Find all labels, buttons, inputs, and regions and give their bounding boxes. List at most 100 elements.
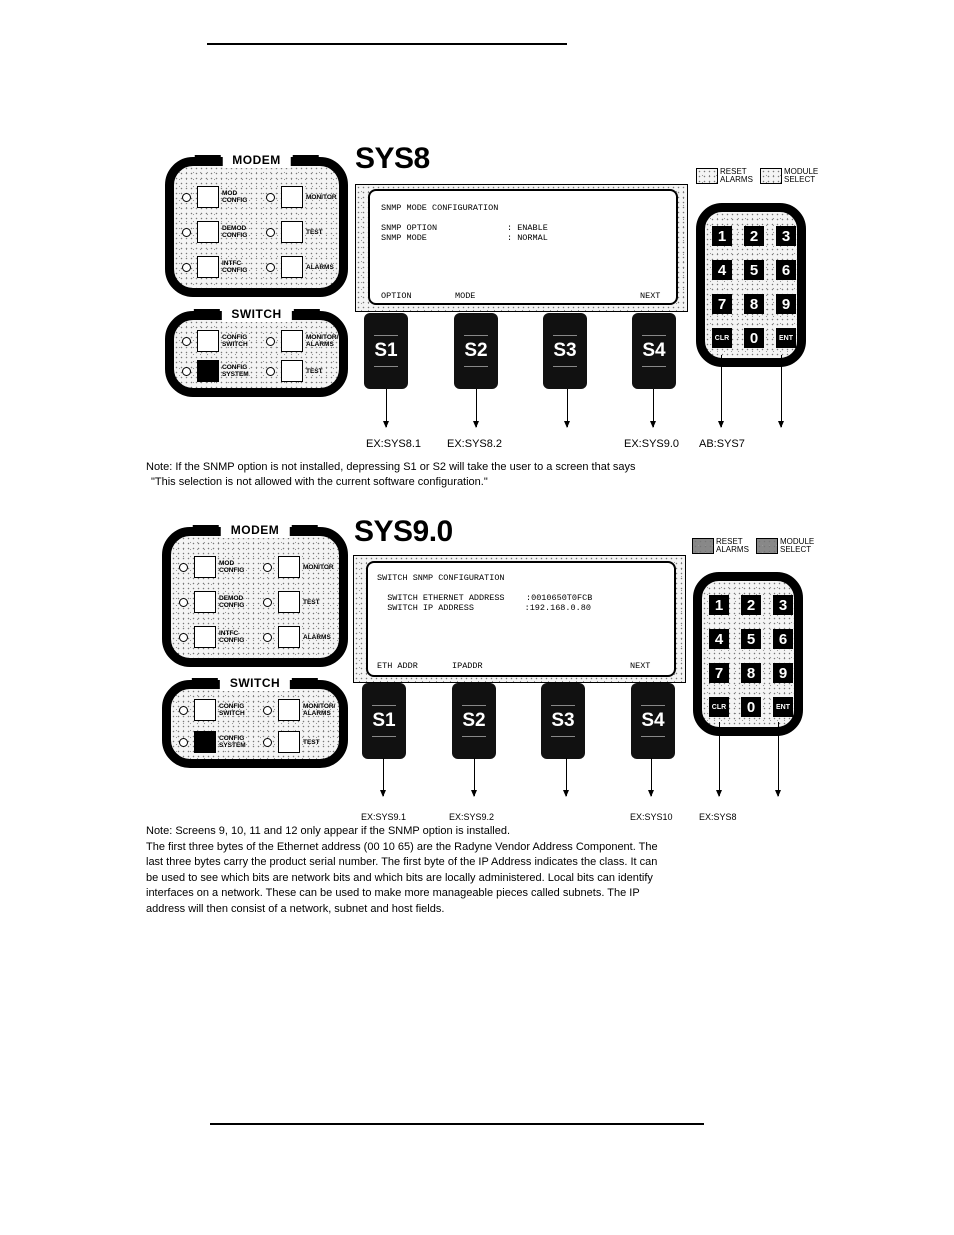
s3-button[interactable]: S3	[543, 313, 587, 389]
destination-label: EX:SYS9.2	[449, 812, 495, 822]
led-indicator	[179, 597, 188, 607]
key[interactable]	[278, 591, 300, 613]
reset-alarms-legend: RESET ALARMS	[696, 168, 756, 184]
alarms-button[interactable]: ALARMS	[266, 256, 340, 278]
key[interactable]	[194, 699, 216, 721]
alarms-button[interactable]: ALARMS	[263, 626, 337, 648]
key[interactable]	[281, 360, 303, 382]
destination-label: EX:SYS8.2	[447, 438, 503, 450]
key[interactable]	[194, 626, 216, 648]
key-2[interactable]: 2	[741, 595, 761, 615]
monitor-alarms-button[interactable]: MONITOR/ ALARMS	[266, 330, 340, 352]
arrow	[778, 355, 784, 428]
config-system-button[interactable]: CONFIG SYSTEM	[179, 731, 253, 753]
key[interactable]	[197, 186, 219, 208]
key[interactable]	[194, 591, 216, 613]
led-indicator	[179, 705, 188, 715]
key-9[interactable]: 9	[773, 663, 793, 683]
lcd-heading: SNMP MODE CONFIGURATION	[381, 203, 499, 213]
switch-test-button[interactable]: TEST	[266, 360, 340, 382]
config-switch-button[interactable]: CONFIG SWITCH	[179, 699, 253, 721]
key-4[interactable]: 4	[709, 629, 729, 649]
s2-button[interactable]: S2	[452, 683, 496, 759]
key-clr[interactable]: CLR	[712, 328, 732, 348]
led-indicator	[179, 632, 188, 642]
demod-config-button[interactable]: DEMOD CONFIG	[182, 221, 256, 243]
key-active[interactable]	[194, 731, 216, 753]
s1-button[interactable]: S1	[364, 313, 408, 389]
intfc-config-button[interactable]: INTFC CONFIG	[179, 626, 253, 648]
led-indicator	[263, 632, 272, 642]
key[interactable]	[278, 626, 300, 648]
key-2[interactable]: 2	[744, 226, 764, 246]
key-clr[interactable]: CLR	[709, 697, 729, 717]
key-0[interactable]: 0	[744, 328, 764, 348]
modem-panel: MODEM MOD CONFIG MONITOR DEMOD CONFIG TE…	[165, 152, 348, 297]
test-button[interactable]: TEST	[263, 591, 337, 613]
key-8[interactable]: 8	[741, 663, 761, 683]
key-3[interactable]: 3	[773, 595, 793, 615]
key[interactable]	[278, 731, 300, 753]
key[interactable]	[197, 221, 219, 243]
key-active[interactable]	[197, 360, 219, 382]
note-text: Note: If the SNMP option is not installe…	[146, 461, 636, 488]
monitor-alarms-button[interactable]: MONITOR/ ALARMS	[263, 699, 337, 721]
destination-label: EX:SYS8.1	[366, 438, 422, 450]
arrow	[716, 722, 722, 797]
s1-button[interactable]: S1	[362, 683, 406, 759]
lcd-softkey-label: NEXT	[630, 661, 651, 671]
demod-config-button[interactable]: DEMOD CONFIG	[179, 591, 253, 613]
key-7[interactable]: 7	[712, 294, 732, 314]
arrow	[775, 722, 781, 797]
test-button[interactable]: TEST	[266, 221, 340, 243]
intfc-config-button[interactable]: INTFC CONFIG	[182, 256, 256, 278]
s3-button[interactable]: S3	[541, 683, 585, 759]
config-switch-button[interactable]: CONFIG SWITCH	[182, 330, 256, 352]
arrow	[563, 758, 569, 797]
key-9[interactable]: 9	[776, 294, 796, 314]
key[interactable]	[197, 330, 219, 352]
key[interactable]	[197, 256, 219, 278]
key-ent[interactable]: ENT	[776, 328, 796, 348]
mod-config-button[interactable]: MOD CONFIG	[179, 556, 253, 578]
switch-test-button[interactable]: TEST	[263, 731, 337, 753]
s2-button[interactable]: S2	[454, 313, 498, 389]
key-5[interactable]: 5	[744, 260, 764, 280]
key-1[interactable]: 1	[709, 595, 729, 615]
switch-panel-title: SWITCH	[191, 675, 319, 691]
lcd-row-value: :0010650T0FCB	[526, 593, 593, 603]
led-indicator	[182, 227, 191, 237]
key[interactable]	[281, 256, 303, 278]
key[interactable]	[278, 699, 300, 721]
key[interactable]	[281, 186, 303, 208]
key-6[interactable]: 6	[773, 629, 793, 649]
screen-title: SYS8	[355, 142, 430, 175]
key[interactable]	[278, 556, 300, 578]
arrow	[564, 389, 570, 428]
key-ent[interactable]: ENT	[773, 697, 793, 717]
monitor-button[interactable]: MONITOR	[266, 186, 340, 208]
mod-config-button[interactable]: MOD CONFIG	[182, 186, 256, 208]
s4-button[interactable]: S4	[631, 683, 675, 759]
key-8[interactable]: 8	[744, 294, 764, 314]
reset-alarms-legend: RESET ALARMS	[692, 538, 752, 554]
lcd-row-value: :192.168.0.80	[494, 603, 591, 613]
key[interactable]	[194, 556, 216, 578]
key-3[interactable]: 3	[776, 226, 796, 246]
key-1[interactable]: 1	[712, 226, 732, 246]
key-7[interactable]: 7	[709, 663, 729, 683]
key[interactable]	[281, 221, 303, 243]
arrow	[380, 758, 386, 797]
monitor-button[interactable]: MONITOR	[263, 556, 337, 578]
switch-panel: SWITCH CONFIG SWITCH MONITOR/ ALARMS CON…	[165, 306, 348, 397]
key-5[interactable]: 5	[741, 629, 761, 649]
key[interactable]	[281, 330, 303, 352]
led-indicator	[266, 366, 275, 376]
key-0[interactable]: 0	[741, 697, 761, 717]
s4-button[interactable]: S4	[632, 313, 676, 389]
footer-rule	[210, 1123, 704, 1125]
arrow	[718, 355, 724, 428]
config-system-button[interactable]: CONFIG SYSTEM	[182, 360, 256, 382]
key-4[interactable]: 4	[712, 260, 732, 280]
key-6[interactable]: 6	[776, 260, 796, 280]
